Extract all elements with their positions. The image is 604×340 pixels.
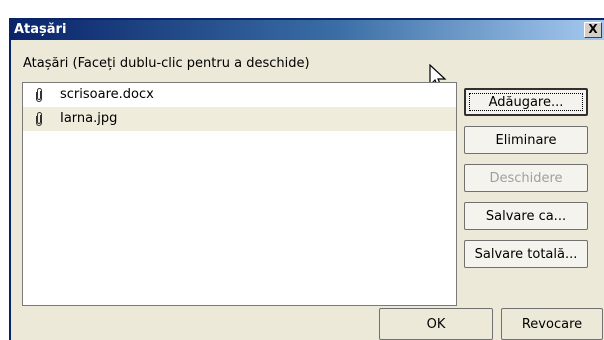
file-name: scrisoare.docx bbox=[60, 87, 154, 102]
instructions-label: Atașări (Faceți dublu-clic pentru a desc… bbox=[23, 56, 310, 71]
close-button[interactable]: X bbox=[584, 22, 602, 38]
ok-button-label: OK bbox=[426, 316, 446, 332]
attachments-list[interactable]: scrisoare.docx Iarna.jpg bbox=[22, 82, 457, 306]
save-all-button-label: Salvare totală... bbox=[474, 246, 578, 262]
list-item[interactable]: scrisoare.docx bbox=[23, 83, 456, 107]
ok-button[interactable]: OK bbox=[379, 308, 493, 340]
remove-button[interactable]: Eliminare bbox=[464, 126, 588, 154]
remove-button-label: Eliminare bbox=[495, 132, 557, 148]
paperclip-icon bbox=[36, 112, 42, 126]
list-item[interactable]: Iarna.jpg bbox=[23, 107, 456, 131]
save-as-button[interactable]: Salvare ca... bbox=[464, 202, 588, 230]
cancel-button[interactable]: Revocare bbox=[501, 308, 603, 340]
paperclip-icon bbox=[36, 88, 42, 102]
add-button[interactable]: Adăugare... bbox=[464, 88, 588, 116]
attachments-dialog: Atașări X Atașări (Faceți dublu-clic pen… bbox=[9, 18, 604, 340]
cancel-button-label: Revocare bbox=[521, 316, 583, 332]
file-name: Iarna.jpg bbox=[60, 111, 118, 126]
title-bar[interactable]: Atașări X bbox=[11, 20, 604, 40]
save-all-button[interactable]: Salvare totală... bbox=[464, 240, 588, 268]
open-button-label: Deschidere bbox=[489, 170, 563, 186]
open-button[interactable]: Deschidere bbox=[464, 164, 588, 192]
dialog-title: Atașări bbox=[14, 22, 67, 37]
save-as-button-label: Salvare ca... bbox=[485, 208, 567, 224]
focus-rectangle bbox=[469, 93, 583, 111]
